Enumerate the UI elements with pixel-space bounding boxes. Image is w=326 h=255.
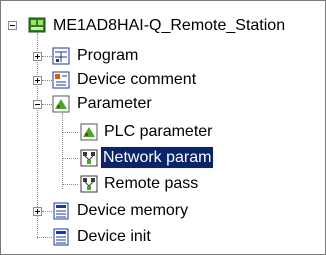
device-comment-icon xyxy=(52,71,70,89)
collapse-toggle[interactable] xyxy=(33,100,42,109)
tree-node-label: Parameter xyxy=(77,95,152,112)
tree-node-label: Device memory xyxy=(77,202,189,219)
expand-toggle[interactable] xyxy=(33,76,42,85)
tree-node-label: ME1AD8HAI-Q_Remote_Station xyxy=(53,17,286,34)
remote-pass-icon xyxy=(80,175,98,193)
project-tree[interactable]: ME1AD8HAI-Q_Remote_Station Program Devic… xyxy=(0,0,326,255)
tree-node-program[interactable]: Program xyxy=(1,43,325,69)
plc-parameter-icon xyxy=(80,123,98,141)
device-memory-icon xyxy=(53,202,69,220)
tree-node-root[interactable]: ME1AD8HAI-Q_Remote_Station xyxy=(1,13,325,39)
tree-node-label: Device init xyxy=(77,228,151,245)
tree-node-network-param[interactable]: Network param xyxy=(1,145,325,171)
station-icon xyxy=(28,17,46,33)
collapse-toggle[interactable] xyxy=(8,21,17,30)
tree-node-label: Device comment xyxy=(77,71,197,88)
tree-node-plc-parameter[interactable]: PLC parameter xyxy=(1,119,325,145)
tree-node-label: PLC parameter xyxy=(104,123,213,140)
tree-node-label: Network param xyxy=(99,146,215,169)
tree-node-remote-pass[interactable]: Remote pass xyxy=(1,171,325,197)
network-param-icon xyxy=(80,149,98,167)
parameter-icon xyxy=(52,95,70,113)
expand-toggle[interactable] xyxy=(33,207,42,216)
tree-node-parameter[interactable]: Parameter xyxy=(1,91,325,117)
program-icon xyxy=(52,47,70,65)
tree-node-device-comment[interactable]: Device comment xyxy=(1,67,325,93)
tree-node-label: Remote pass xyxy=(104,175,199,192)
tree-node-label: Program xyxy=(77,47,139,64)
device-init-icon xyxy=(53,228,69,246)
expand-toggle[interactable] xyxy=(33,52,42,61)
tree-node-device-memory[interactable]: Device memory xyxy=(1,198,325,224)
tree-node-device-init[interactable]: Device init xyxy=(1,224,325,250)
